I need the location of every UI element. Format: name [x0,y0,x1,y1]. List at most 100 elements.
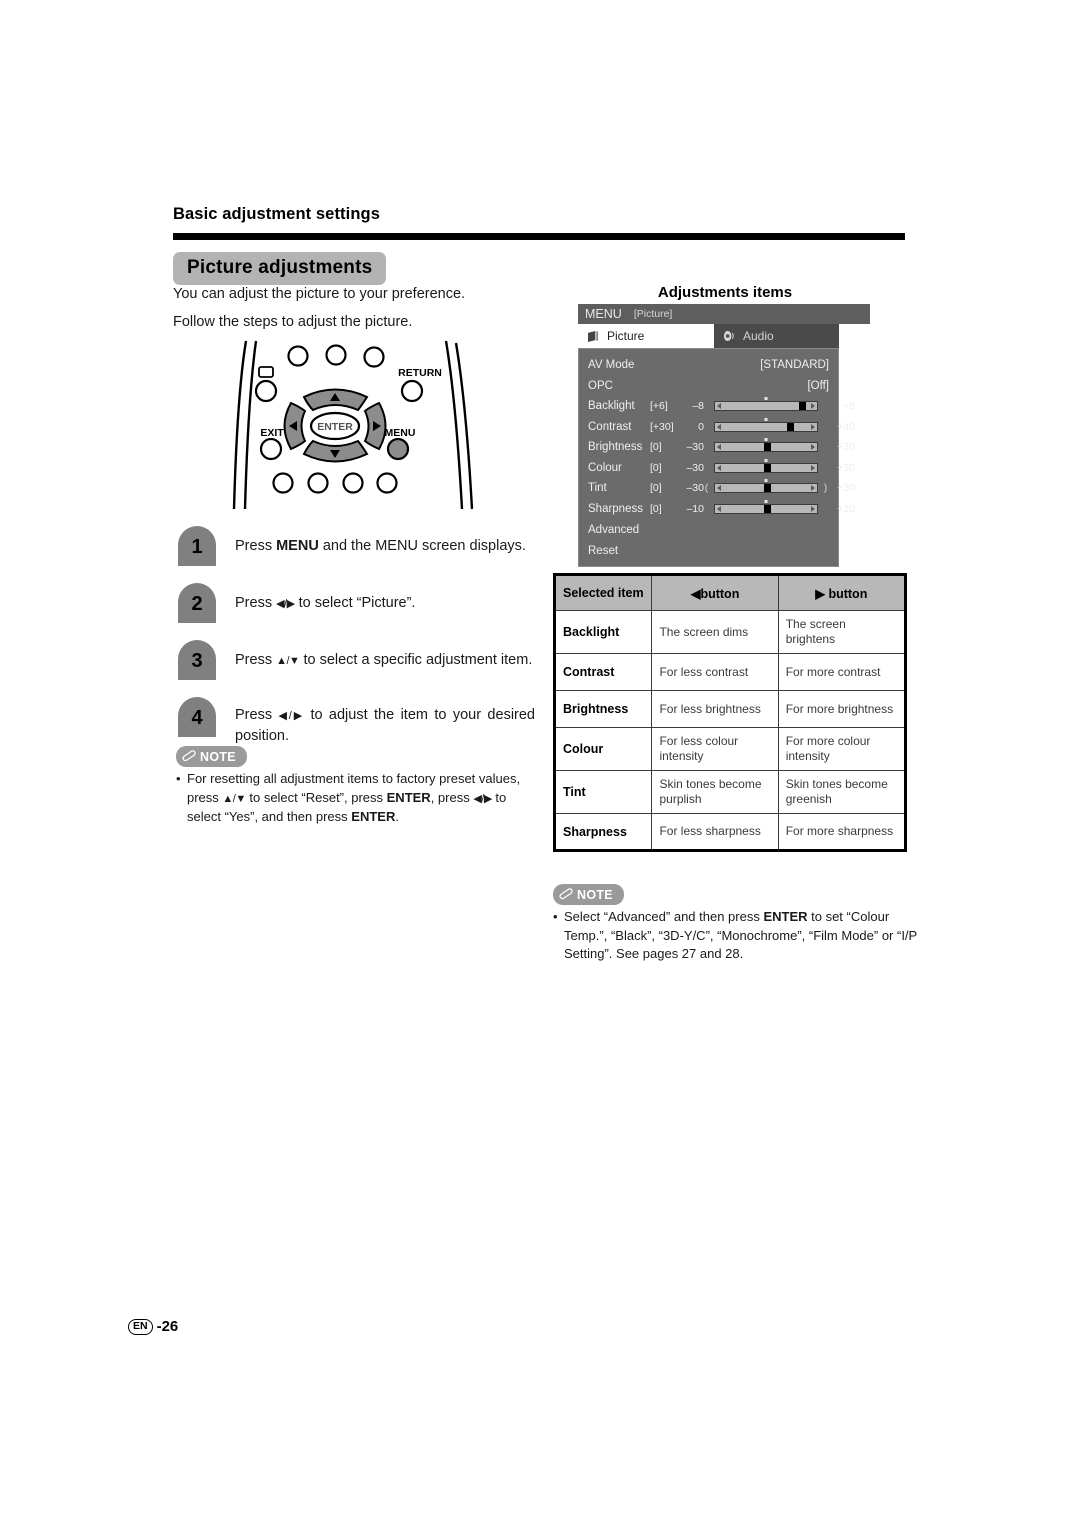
note-left-body: • For resetting all adjustment items to … [176,770,531,827]
slider-left-arrow-icon[interactable] [717,403,721,410]
osd-max-label: +30 [837,461,855,474]
osd-item-opc[interactable]: OPC [Off] [579,376,838,397]
table-header-right-button: ▶ button [777,574,907,611]
slider-left-arrow-icon[interactable] [717,464,721,471]
note-badge-left-label: NOTE [200,749,236,764]
slider-right-arrow-icon[interactable] [811,423,815,430]
osd-max-label: +30 [837,482,855,495]
slider-left-arrow-icon[interactable] [717,485,721,492]
slider-knob[interactable] [763,463,771,472]
osd-item-backlight[interactable]: Backlight [+6] –8 +8 [579,396,855,417]
slider-right-arrow-icon[interactable] [811,485,815,492]
header-rule [173,233,905,240]
slider-center-mark [764,397,768,401]
table-cell-left-button: For less sharpness [651,813,779,851]
tab-picture[interactable]: Picture [578,324,714,348]
tab-audio[interactable]: Audio [714,324,839,348]
osd-max-label: +40 [837,420,855,433]
osd-max-label: +30 [837,441,855,454]
remote-label-return: RETURN [398,367,442,379]
pencil-icon [559,888,573,900]
table-cell-item: Tint [553,770,653,814]
osd-item-av-mode[interactable]: AV Mode [STANDARD] [579,355,838,376]
table-cell-right-button: For more brightness [777,690,907,728]
osd-slider[interactable] [714,479,818,494]
note-right-body: • Select “Advanced” and then press ENTER… [553,908,925,964]
note-left-text: For resetting all adjustment items to fa… [187,771,521,824]
osd-item-tint[interactable]: Tint [0] –30() +30 [579,478,855,499]
table-cell-item: Backlight [553,610,653,654]
osd-slider[interactable] [714,458,818,473]
step-number-4: 4 [178,697,216,737]
table-cell-left-button: For less colour intensity [651,727,779,771]
osd-slider[interactable] [714,397,818,412]
slider-center-mark [764,499,768,503]
remote-exit-button [259,437,283,461]
remote-bottom-button-3 [342,472,364,494]
osd-slider[interactable] [714,417,818,432]
slider-right-arrow-icon[interactable] [811,444,815,451]
slider-knob[interactable] [763,504,771,513]
slider-knob[interactable] [787,422,795,431]
remote-top-button-1 [287,345,309,367]
table-cell-right-button: For more colour intensity [777,727,907,771]
table-cell-right-button: Skin tones become greenish [777,770,907,814]
table-header-row: Selected item ◀button ▶ button [553,574,907,611]
picture-icon [588,330,599,342]
step-badge-3: 3 [178,640,216,680]
slider-knob[interactable] [763,484,771,493]
note-right-text: Select “Advanced” and then press ENTER t… [564,909,917,961]
intro-paragraph-2: Follow the steps to adjust the picture. [173,314,413,330]
osd-slider[interactable] [714,438,818,453]
osd-tabs: Picture Audio [578,324,839,348]
osd-current-value: [0] [650,461,662,474]
page-number: -26 [156,1318,179,1335]
slider-left-arrow-icon[interactable] [717,423,721,430]
remote-label-enter: ENTER [317,421,353,433]
table-row: Colour For less colour intensity For more … [553,727,907,771]
osd-item-colour[interactable]: Colour [0] –30 +30 [579,458,855,479]
remote-label-exit: EXIT [260,427,284,439]
slider-knob[interactable] [799,402,807,411]
osd-item-label: Sharpness [588,502,643,515]
osd-item-label: Brightness [588,441,643,454]
osd-item-sharpness[interactable]: Sharpness [0] –10 +10 [579,499,855,520]
speaker-icon [723,330,734,342]
slider-right-arrow-icon[interactable] [811,403,815,410]
page-title: Picture adjustments [173,252,387,285]
osd-item-brightness[interactable]: Brightness [0] –30 +30 [579,437,855,458]
slider-center-mark [764,438,768,442]
step-badge-1: 1 [178,526,216,566]
remote-bottom-button-2 [307,472,329,494]
osd-body: AV Mode [STANDARD] OPC [Off] Backlight [+6] –8… [578,348,855,567]
note-badge-right: NOTE [553,884,624,905]
osd-current-value: [0] [650,482,662,495]
osd-item-label: OPC [588,379,613,392]
table-body: Backlight The screen dims The screen brigh… [553,610,907,851]
remote-label-menu: MENU [385,427,416,439]
table-cell-left-button: For less contrast [651,653,779,691]
section-title: Basic adjustment settings [173,205,380,223]
remote-top-button-2 [325,344,347,366]
intro-paragraph-1: You can adjust the picture to your prefe… [173,286,466,302]
remote-bottom-button-1 [272,472,294,494]
osd-item-contrast[interactable]: Contrast [+30] 0 +40 [579,417,855,438]
table-cell-left-button: The screen dims [651,610,779,654]
slider-left-arrow-icon[interactable] [717,505,721,512]
slider-left-arrow-icon[interactable] [717,444,721,451]
osd-item-reset[interactable]: Reset [579,540,838,561]
osd-panel: MENU [Picture] Picture Audio AV Mode [ST… [578,304,870,567]
slider-right-arrow-icon[interactable] [811,464,815,471]
osd-max-label: +8 [843,400,855,413]
osd-slider[interactable] [714,499,818,514]
table-row: Tint Skin tones become purplish Skin tones… [553,770,907,814]
bullet-icon: • [176,771,181,786]
osd-min-label: –8 [692,400,704,413]
osd-titlebar: MENU [Picture] [578,304,870,324]
slider-knob[interactable] [763,443,771,452]
osd-titlebar-sub: [Picture] [633,308,673,320]
slider-right-arrow-icon[interactable] [811,505,815,512]
osd-item-advanced[interactable]: Advanced [579,519,838,540]
remote-bottom-button-4 [376,472,398,494]
tab-audio-label: Audio [743,329,774,343]
